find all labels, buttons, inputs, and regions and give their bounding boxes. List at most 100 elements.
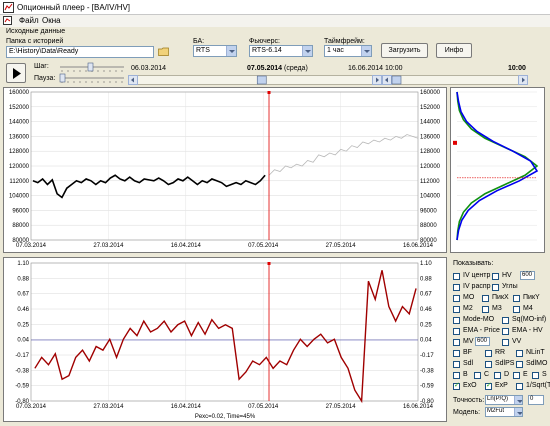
info-button[interactable]: Инфо	[436, 43, 472, 58]
checkbox[interactable]	[502, 328, 509, 335]
folder-browse-icon[interactable]	[158, 47, 169, 56]
option-label: NLinT	[526, 349, 545, 356]
y-tick-label-right: 0.67	[420, 292, 432, 298]
y-tick-label-right: -0.17	[420, 353, 434, 359]
checkbox[interactable]	[474, 372, 481, 379]
checkbox[interactable]	[513, 306, 520, 313]
checkbox[interactable]	[482, 306, 489, 313]
option-label: EMA - Price	[463, 327, 500, 334]
mdi-icon[interactable]	[3, 16, 12, 25]
checkbox[interactable]	[453, 328, 460, 335]
pause-slider-thumb[interactable]	[59, 73, 66, 83]
option-label: M2	[463, 305, 473, 312]
checkbox[interactable]	[453, 284, 460, 291]
checkbox[interactable]	[492, 273, 499, 280]
accuracy-input[interactable]: 0	[528, 395, 544, 405]
accuracy-value: Ln(P/Q)	[487, 396, 509, 402]
menu-bar: Файл Окна	[0, 15, 550, 27]
date-scrollbar-thumb[interactable]	[256, 75, 267, 85]
future-series-line	[268, 134, 419, 176]
option-value-input[interactable]: 600	[475, 337, 490, 346]
checkbox[interactable]	[453, 273, 460, 280]
option-label: S	[542, 371, 547, 378]
accuracy-select[interactable]: Ln(P/Q)	[485, 395, 523, 405]
checkbox[interactable]	[453, 372, 460, 379]
checkbox[interactable]	[453, 306, 460, 313]
iv-footer-text: Pexc=0.02, Time=45%	[195, 414, 256, 420]
timeframe-select[interactable]: 1 час	[324, 45, 372, 57]
time-start: 10:00	[385, 65, 403, 72]
step-slider-thumb[interactable]	[87, 62, 94, 72]
checkbox[interactable]	[492, 284, 499, 291]
y-tick-label: 120000	[9, 164, 30, 170]
y-tick-label: 1.10	[17, 261, 29, 267]
checkbox[interactable]	[453, 317, 460, 324]
option-label: B	[463, 371, 468, 378]
load-button[interactable]: Загрузить	[381, 43, 428, 58]
distribution-panel	[450, 87, 545, 253]
price-chart-panel: 160000 160000 152000 152000 144000 144000 1360…	[3, 87, 447, 253]
option-label: M3	[492, 305, 502, 312]
menu-windows[interactable]: Окна	[42, 16, 61, 25]
option-label: BF	[463, 349, 472, 356]
y-tick-label-right: 88000	[420, 223, 437, 229]
checkbox[interactable]	[453, 361, 460, 368]
checkbox[interactable]	[502, 339, 509, 346]
chevron-down-icon	[302, 46, 312, 56]
time-scrollbar[interactable]	[382, 75, 528, 85]
checkbox[interactable]	[485, 350, 492, 357]
price-marker	[453, 140, 457, 145]
ba-select[interactable]: RTS	[193, 45, 237, 57]
checkbox[interactable]	[513, 295, 520, 302]
date-scrollbar[interactable]	[128, 75, 382, 85]
option-label: IV распр	[463, 283, 491, 290]
checkbox[interactable]	[516, 361, 523, 368]
y-tick-label: -0.59	[15, 384, 29, 390]
time-scrollbar-thumb[interactable]	[391, 75, 402, 85]
cursor-marker	[267, 91, 271, 94]
model-select[interactable]: M2Fut	[485, 407, 523, 417]
option-label: Sdl	[463, 360, 474, 367]
y-tick-label: 144000	[9, 120, 30, 126]
option-label: HV	[502, 272, 512, 279]
checkbox[interactable]	[453, 339, 460, 346]
futures-label: Фьючерс:	[249, 38, 280, 45]
checkbox[interactable]	[532, 372, 539, 379]
chevron-down-icon	[361, 46, 371, 56]
checkbox[interactable]	[485, 381, 492, 390]
checkbox[interactable]	[502, 317, 509, 324]
folder-field[interactable]: E:\History\Data\Ready	[6, 46, 154, 58]
option-label: ExO	[463, 382, 477, 389]
x-tick-label: 16.04.2014	[171, 404, 202, 410]
y-tick-label: 0.88	[17, 276, 29, 282]
y-tick-label: -0.38	[15, 368, 29, 374]
window-title: Опционный плеер - [BA/IV/HV]	[17, 3, 131, 12]
y-tick-label: 128000	[9, 149, 30, 155]
option-value-input[interactable]: 600	[520, 271, 535, 280]
checkbox[interactable]	[453, 350, 460, 357]
checkbox[interactable]	[494, 372, 501, 379]
futures-select[interactable]: RTS-6.14	[249, 45, 313, 57]
options-header: Показывать:	[453, 260, 494, 267]
checkbox[interactable]	[453, 381, 460, 390]
chevron-down-icon	[226, 46, 236, 56]
y-tick-label-right: 152000	[420, 105, 441, 111]
checkbox[interactable]	[453, 295, 460, 302]
checkbox[interactable]	[485, 361, 492, 368]
x-tick-label: 07.05.2014	[248, 404, 279, 410]
play-button[interactable]	[6, 63, 26, 83]
checkbox[interactable]	[516, 383, 523, 390]
y-tick-label: -0.17	[15, 353, 29, 359]
start-date: 06.03.2014	[131, 65, 167, 72]
option-label: MV	[463, 338, 474, 345]
y-tick-label: 104000	[9, 194, 30, 200]
chevron-down-icon	[514, 408, 522, 416]
menu-file[interactable]: Файл	[19, 16, 39, 25]
y-tick-label-right: 1.10	[420, 261, 432, 267]
checkbox[interactable]	[516, 350, 523, 357]
checkbox[interactable]	[513, 372, 520, 379]
y-tick-label-right: 0.88	[420, 276, 432, 282]
checkbox[interactable]	[482, 295, 489, 302]
y-tick-label-right: 0.46	[420, 307, 432, 313]
y-tick-label-right: 112000	[420, 179, 440, 185]
